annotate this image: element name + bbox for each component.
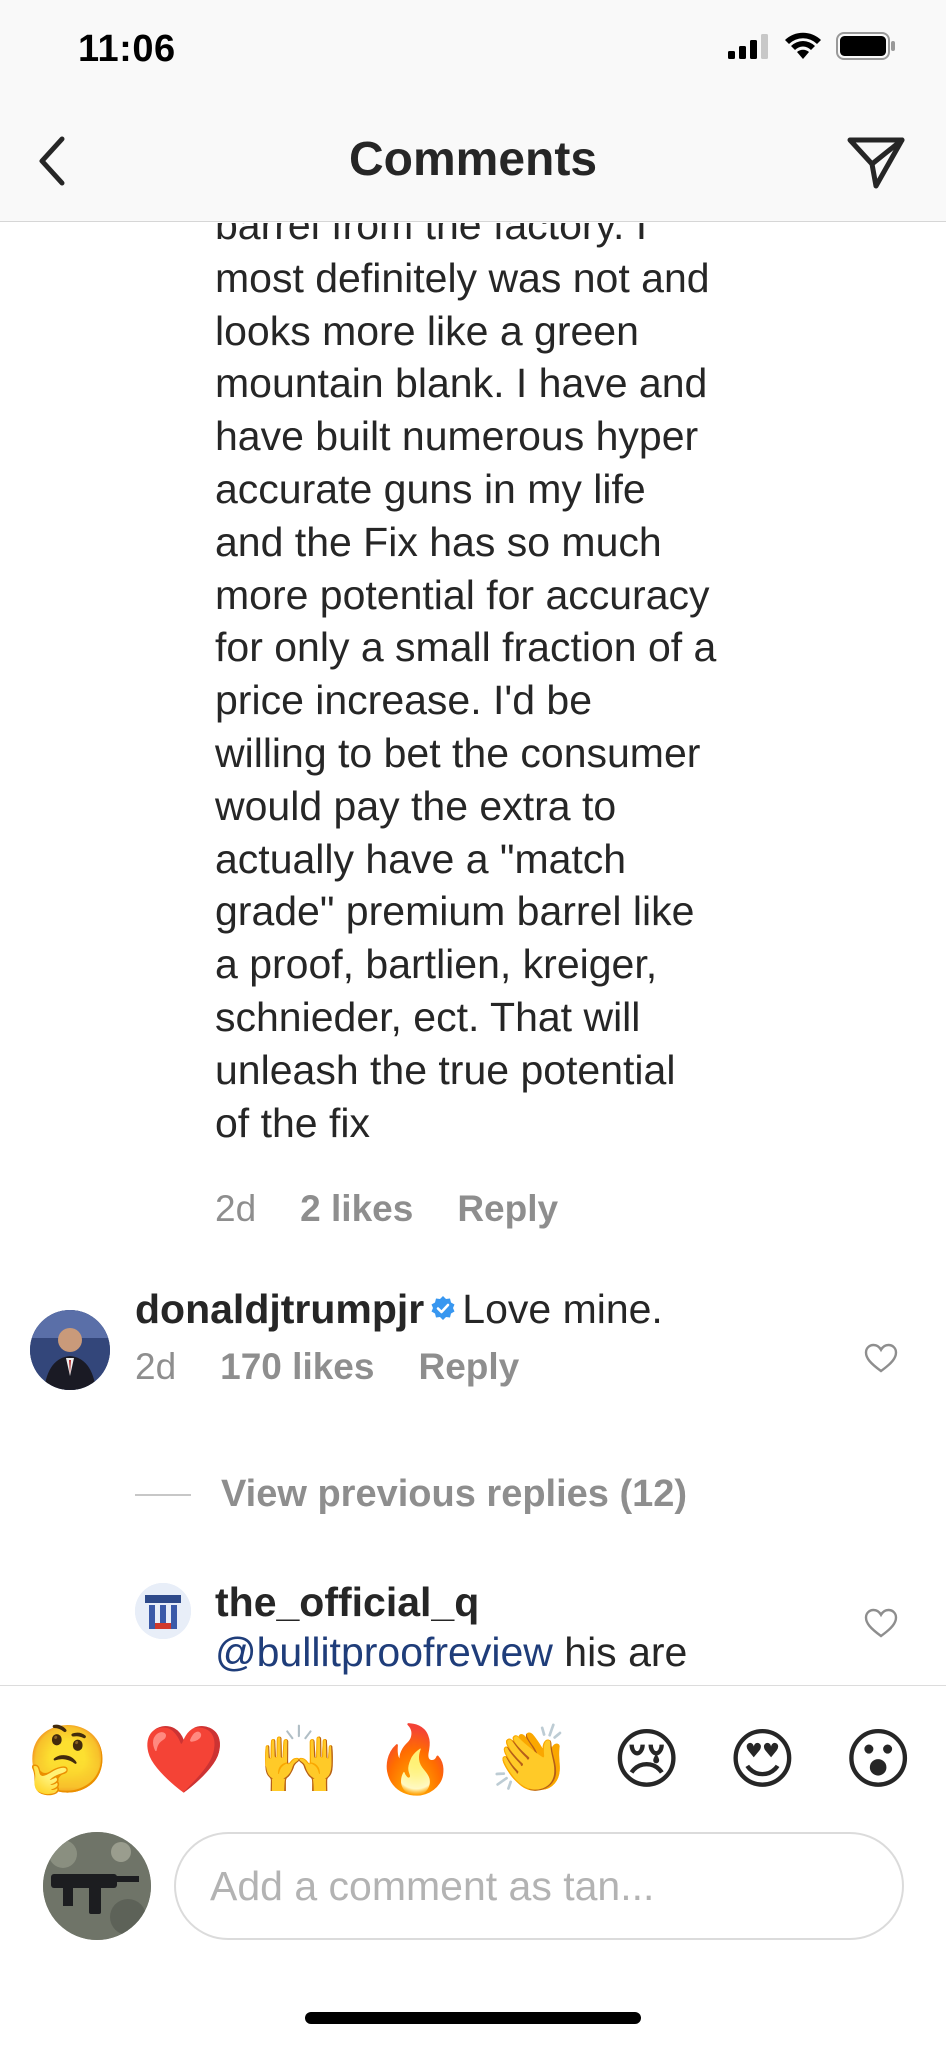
comment-text: Love mine. — [462, 1286, 663, 1332]
send-direct-icon[interactable] — [846, 134, 906, 190]
avatar[interactable] — [30, 1310, 110, 1390]
home-indicator — [305, 2012, 641, 2024]
comment-username[interactable]: the_official_q — [215, 1577, 687, 1627]
status-time: 11:06 — [78, 28, 176, 70]
wifi-icon — [785, 32, 821, 59]
status-icons — [728, 32, 896, 60]
comment-text-continuation: barrel from the factory. I most definite… — [215, 223, 717, 1146]
battery-icon — [836, 32, 895, 60]
avatar — [43, 1832, 151, 1940]
comment-likes-link[interactable]: 2 likes — [300, 1188, 413, 1230]
nav-bar: Comments — [0, 100, 946, 222]
emoji-heart-eyes-button[interactable]: 😍 — [717, 1726, 807, 1792]
avatar[interactable] — [135, 1583, 191, 1639]
divider-line — [135, 1493, 191, 1496]
user-photo — [43, 1832, 151, 1940]
like-heart-icon[interactable] — [864, 1343, 898, 1373]
emoji-raised-hands-button[interactable]: 🙌 — [254, 1726, 344, 1792]
user-photo — [30, 1310, 110, 1390]
emoji-fire-button[interactable]: 🔥 — [370, 1726, 460, 1792]
reply-button[interactable]: Reply — [418, 1346, 519, 1388]
comment-time: 2d — [215, 1188, 257, 1229]
verified-badge-icon — [431, 1296, 455, 1320]
view-previous-replies-button[interactable]: View previous replies (12) — [135, 1473, 687, 1516]
reply-comment: the_official_q @bullitproofreview his ar… — [215, 1577, 687, 1677]
comment-likes-link[interactable]: 170 likes — [220, 1346, 374, 1388]
comment-meta-row: 2d 170 likes Reply — [135, 1346, 519, 1388]
status-bar: 11:06 — [0, 0, 946, 100]
emoji-heart-button[interactable]: ❤️ — [139, 1726, 229, 1792]
emoji-thinking-button[interactable]: 🤔 — [23, 1726, 113, 1792]
view-previous-replies-label: View previous replies (12) — [221, 1473, 688, 1515]
cellular-signal-icon — [728, 34, 768, 59]
comment-input[interactable] — [174, 1832, 904, 1940]
emoji-clapping-button[interactable]: 👏 — [486, 1726, 576, 1792]
comment-username[interactable]: donaldjtrumpjr — [135, 1286, 424, 1332]
like-heart-icon[interactable] — [864, 1608, 898, 1638]
page-title: Comments — [348, 133, 598, 186]
comment-composer — [0, 1832, 946, 1982]
emoji-crying-button[interactable]: 😢 — [602, 1726, 692, 1792]
comment-text: his are — [552, 1629, 688, 1675]
mention-link[interactable]: @bullitproofreview — [215, 1629, 553, 1675]
emoji-surprised-button[interactable]: 😮 — [833, 1726, 923, 1792]
comment-time: 2d — [135, 1346, 177, 1387]
user-photo — [135, 1583, 191, 1639]
reply-button[interactable]: Reply — [457, 1188, 558, 1230]
comments-list[interactable]: barrel from the factory. I most definite… — [0, 223, 946, 1685]
comment-meta-row: 2d 2 likes Reply — [215, 1188, 558, 1230]
comment-trump: donaldjtrumpjr Love mine. — [135, 1283, 663, 1335]
emoji-bar: 🤔 ❤️ 🙌 🔥 👏 😢 😍 😮 — [0, 1685, 946, 1832]
